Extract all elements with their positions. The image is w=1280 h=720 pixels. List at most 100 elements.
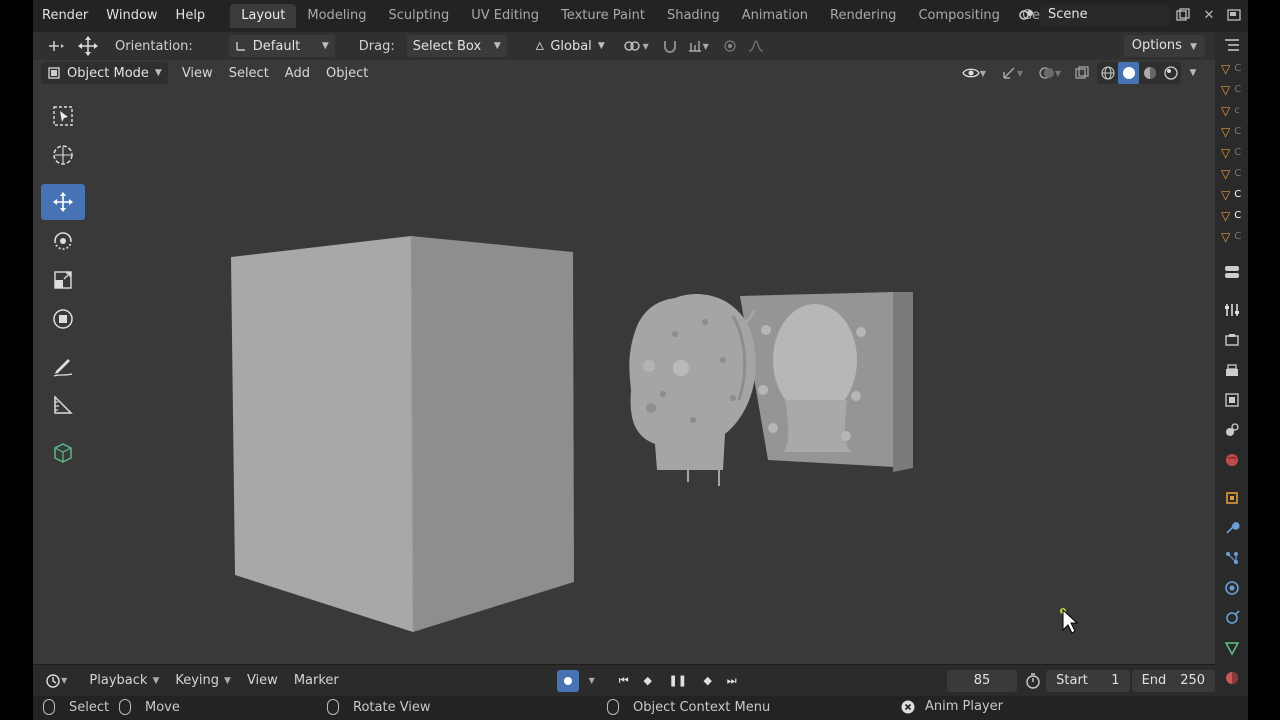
scene-render <box>231 235 1079 634</box>
tool-properties-icon[interactable] <box>1215 295 1248 325</box>
snap-icon[interactable] <box>657 35 683 57</box>
head-mesh <box>629 293 757 486</box>
orientation-label: Orientation: <box>115 38 193 54</box>
workspace-tabs: Layout Modeling Sculpting UV Editing Tex… <box>230 0 1085 32</box>
status-context-label: Object Context Menu <box>633 699 771 715</box>
stopwatch-icon[interactable] <box>1021 670 1044 692</box>
tool-settings-icon[interactable] <box>43 35 69 57</box>
scene-name-field[interactable]: Scene <box>1040 4 1170 26</box>
mouse-right-icon <box>607 699 619 715</box>
new-scene-icon[interactable] <box>1170 4 1196 26</box>
menu-render[interactable]: Render <box>33 0 97 32</box>
mouse-middle-icon <box>327 699 339 715</box>
timeline-header: ▼ Playback ▼ Keying ▼ View Marker ▼ ⏮ ◆ ❚❚… <box>33 664 1216 696</box>
tab-animation[interactable]: Animation <box>731 4 819 28</box>
end-frame-field[interactable]: End 250 <box>1131 669 1216 692</box>
mold-half-mesh <box>740 292 913 472</box>
constraints-properties-icon[interactable] <box>1215 603 1248 633</box>
modifier-properties-icon[interactable] <box>1215 513 1248 543</box>
material-properties-icon[interactable] <box>1215 663 1248 693</box>
tab-texture-paint[interactable]: Texture Paint <box>550 4 656 28</box>
status-anim-player: Anim Player <box>901 699 1003 714</box>
view-layer-properties-icon[interactable] <box>1215 385 1248 415</box>
tab-modeling[interactable]: Modeling <box>296 4 377 28</box>
status-rotate-label: Rotate View <box>353 699 431 715</box>
close-icon[interactable]: ✕ <box>1196 4 1222 26</box>
orientation-dropdown[interactable]: Default ▼ <box>228 35 335 57</box>
start-frame-field[interactable]: Start 1 <box>1046 669 1130 692</box>
current-frame-field[interactable]: 85 <box>946 669 1018 692</box>
options-dropdown[interactable]: Options ▼ <box>1123 35 1205 57</box>
record-icon[interactable] <box>556 669 579 692</box>
menu-keying[interactable]: Keying ▼ <box>167 673 239 688</box>
outliner-row[interactable]: ▽ C <box>1215 58 1248 79</box>
prev-keyframe-icon[interactable]: ◆ <box>637 670 659 692</box>
end-label: End <box>1141 673 1167 688</box>
chevron-down-icon[interactable]: ▼ <box>581 670 603 692</box>
orientation-value: Default <box>252 38 301 54</box>
outliner-row[interactable]: ▽ C <box>1215 205 1248 226</box>
top-bar: Render Window Help Layout Modeling Sculp… <box>33 0 1248 32</box>
menu-playback[interactable]: Playback ▼ <box>81 673 167 688</box>
cancel-icon <box>901 700 915 713</box>
physics-properties-icon[interactable] <box>1215 573 1248 603</box>
proportional-edit-icon[interactable] <box>717 35 743 57</box>
output-properties-icon[interactable] <box>1215 355 1248 385</box>
status-anim-player-label: Anim Player <box>925 699 1003 714</box>
menu-timeline-view[interactable]: View <box>239 673 286 688</box>
properties-editor-icon[interactable] <box>1215 257 1248 287</box>
end-value: 250 <box>1180 673 1206 688</box>
start-value: 1 <box>1111 673 1120 688</box>
pause-icon[interactable]: ❚❚ <box>667 670 689 692</box>
drag-value: Select Box <box>412 38 482 54</box>
menu-marker[interactable]: Marker <box>286 673 347 688</box>
tab-shading[interactable]: Shading <box>656 4 731 28</box>
tool-settings-header: Orientation: Default ▼ Drag: Select Box … <box>33 32 1215 60</box>
tab-layout[interactable]: Layout <box>230 4 297 28</box>
outliner-icon[interactable] <box>1215 32 1248 58</box>
outliner-row[interactable]: ▽ C <box>1215 121 1248 142</box>
status-move-label: Move <box>145 699 180 715</box>
tab-compositing[interactable]: Compositing <box>907 4 1011 28</box>
mouse-cursor-icon <box>1060 608 1079 634</box>
particles-properties-icon[interactable] <box>1215 543 1248 573</box>
next-keyframe-icon[interactable]: ◆ <box>697 670 719 692</box>
snap-target-icon[interactable]: ▼ <box>683 35 713 57</box>
properties-strip: ▽ C ▽ C ▽ c ▽ C ▽ C ▽ C ▽ C ▽ C ▽ C <box>1215 32 1248 696</box>
outliner-row[interactable]: ▽ C <box>1215 226 1248 247</box>
status-select: Select <box>43 699 109 715</box>
scene-icon[interactable] <box>1014 4 1040 26</box>
menu-help[interactable]: Help <box>167 0 215 32</box>
tab-sculpting[interactable]: Sculpting <box>378 4 461 28</box>
3d-viewport[interactable]: Object Mode ▼ View Select Add Object ▼ ▼… <box>33 60 1215 664</box>
outliner-row[interactable]: ▽ C <box>1215 163 1248 184</box>
render-properties-icon[interactable] <box>1215 325 1248 355</box>
jump-start-icon[interactable]: ⏮ <box>613 670 635 692</box>
tab-uv-editing[interactable]: UV Editing <box>460 4 550 28</box>
world-properties-icon[interactable] <box>1215 445 1248 475</box>
outliner-row[interactable]: ▽ C <box>1215 184 1248 205</box>
data-properties-icon[interactable] <box>1215 633 1248 663</box>
outliner-row[interactable]: ▽ C <box>1215 142 1248 163</box>
drag-dropdown[interactable]: Select Box ▼ <box>406 35 507 57</box>
transform-orientation-value: Global <box>550 38 592 54</box>
chevron-down-icon: ▼ <box>321 41 329 51</box>
outliner-row[interactable]: ▽ c <box>1215 100 1248 121</box>
scene-properties-icon[interactable] <box>1215 415 1248 445</box>
chevron-down-icon: ▼ <box>224 675 231 686</box>
jump-end-icon[interactable]: ⏭ <box>721 670 743 692</box>
editor-type-icon[interactable]: ▼ <box>43 670 69 692</box>
object-properties-icon[interactable] <box>1215 483 1248 513</box>
transform-orientation-dropdown[interactable]: Global ▼ <box>529 35 611 57</box>
outliner-row[interactable]: ▽ C <box>1215 79 1248 100</box>
tab-rendering[interactable]: Rendering <box>819 4 907 28</box>
menu-window[interactable]: Window <box>97 0 166 32</box>
falloff-icon[interactable] <box>743 35 769 57</box>
chevron-down-icon: ▼ <box>152 675 160 686</box>
status-bar: Select Move Rotate View Object Context M… <box>33 696 1248 720</box>
view-layer-icon[interactable] <box>1222 4 1248 26</box>
blender-window: Render Window Help Layout Modeling Sculp… <box>33 0 1248 720</box>
pivot-point-icon[interactable]: ▼ <box>619 35 653 57</box>
status-context-menu: Object Context Menu <box>607 699 770 715</box>
transport-controls: ▼ ⏮ ◆ ❚❚ ◆ ⏭ <box>556 669 743 692</box>
